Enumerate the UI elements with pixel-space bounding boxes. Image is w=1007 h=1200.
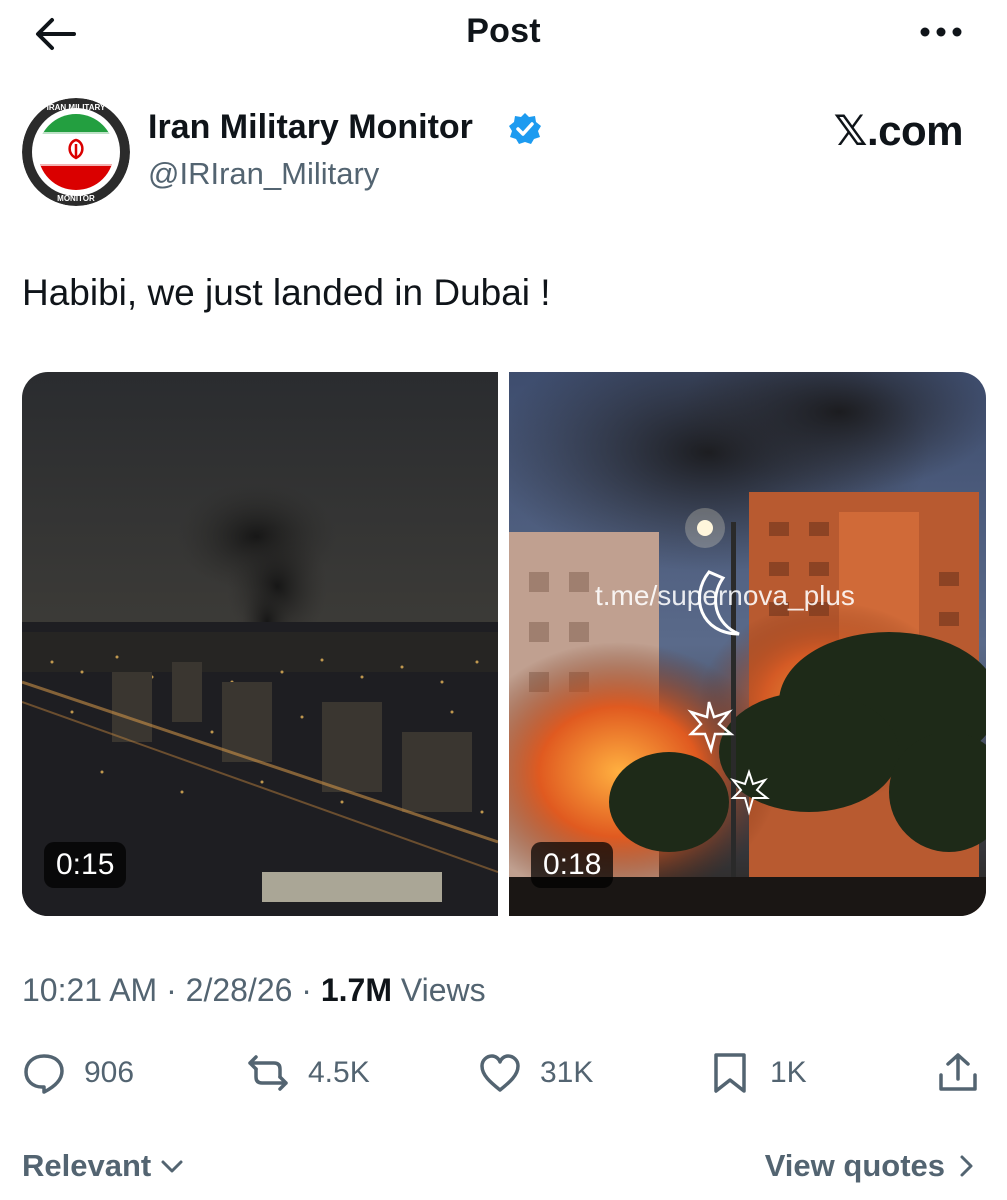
share-button[interactable] xyxy=(936,1050,980,1096)
bookmark-icon xyxy=(714,1053,746,1093)
x-brand-watermark: 𝕏.com xyxy=(833,107,964,154)
video-duration: 0:18 xyxy=(531,842,614,888)
building-fire-video-image xyxy=(509,372,986,916)
city-smoke-video-image xyxy=(22,372,498,916)
svg-text:IRAN MILITARY: IRAN MILITARY xyxy=(47,103,106,112)
svg-text:MONITOR: MONITOR xyxy=(57,194,95,203)
reply-count: 906 xyxy=(84,1056,135,1089)
bookmark-button[interactable]: 1K xyxy=(708,1050,807,1096)
verified-badge-icon xyxy=(509,113,541,144)
reply-button[interactable]: 906 xyxy=(22,1050,134,1096)
top-bar: Post xyxy=(0,0,1007,64)
video-thumbnail-2[interactable]: t.me/supernova_plus 0:18 xyxy=(509,372,986,916)
avatar[interactable]: IRAN MILITARY MONITOR xyxy=(22,98,130,206)
repost-count: 4.5K xyxy=(308,1056,370,1089)
post-time: 10:21 AM xyxy=(22,972,158,1008)
video-duration: 0:15 xyxy=(44,842,127,888)
view-quotes-label: View quotes xyxy=(764,1148,945,1183)
page-title: Post xyxy=(466,12,541,50)
like-count: 31K xyxy=(540,1056,594,1089)
chevron-right-icon xyxy=(960,1155,973,1177)
view-quotes-link[interactable]: View quotes xyxy=(765,1148,979,1184)
sort-replies-button[interactable]: Relevant xyxy=(22,1148,185,1184)
reply-icon xyxy=(24,1054,64,1094)
views-count[interactable]: 1.7M xyxy=(321,972,392,1008)
repost-button[interactable]: 4.5K xyxy=(246,1050,370,1096)
post-meta: 10:21 AM · 2/28/26 · 1.7M Views xyxy=(22,972,486,1009)
share-icon xyxy=(939,1053,977,1091)
author-display-name[interactable]: Iran Military Monitor xyxy=(148,108,473,147)
like-button[interactable]: 31K xyxy=(478,1050,593,1096)
separator: · xyxy=(157,972,186,1008)
bookmark-count: 1K xyxy=(770,1056,807,1089)
video-thumbnail-1[interactable]: 0:15 xyxy=(22,372,498,916)
more-options-button[interactable] xyxy=(919,22,963,42)
heart-icon xyxy=(480,1054,520,1092)
chevron-down-icon xyxy=(161,1160,183,1173)
tweet-text: Habibi, we just landed in Dubai ! xyxy=(22,272,551,313)
more-dots-icon xyxy=(920,27,962,37)
post-date: 2/28/26 xyxy=(185,972,293,1008)
sort-label: Relevant xyxy=(22,1148,152,1183)
author-handle[interactable]: @IRIran_Military xyxy=(148,156,379,192)
repost-icon xyxy=(248,1055,288,1091)
views-label: Views xyxy=(391,972,486,1008)
iran-flag-logo: IRAN MILITARY MONITOR xyxy=(22,98,130,206)
separator: · xyxy=(292,972,321,1008)
video-watermark: t.me/supernova_plus xyxy=(595,580,855,611)
